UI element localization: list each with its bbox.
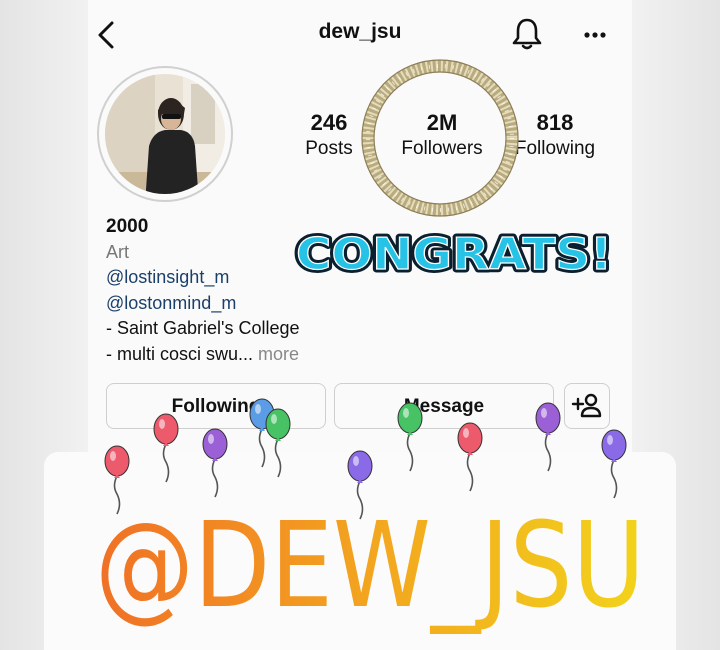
avatar[interactable] [97,66,233,202]
following-button[interactable]: Following [106,383,326,429]
bio-mention-1[interactable]: @lostinsight_m [106,265,406,291]
bio-line-1: - Saint Gabriel's College [106,318,300,338]
posts-label: Posts [305,138,353,159]
bell-icon[interactable] [510,16,544,52]
bio-line-2: - multi cosci swu... [106,343,254,364]
profile-category: Art [106,241,130,262]
profile-username: dew_jsu [318,20,402,43]
following-stat[interactable]: 818 Following [510,110,600,160]
handle-sticker: @DEW_JSU [95,496,645,634]
bio-line-2-wrap: - multi cosci swu... more [106,342,406,368]
posts-stat[interactable]: 246 Posts [296,110,362,160]
bio-section: 2000 Art @lostinsight_m @lostonmind_m - … [106,214,406,367]
glitter-ring-sticker [361,59,519,217]
bio-more-link[interactable]: more [258,344,299,364]
add-person-icon [571,393,602,418]
handle-text: @DEW_JSU [95,496,645,634]
following-label: Following [514,138,596,159]
bio-mention-2[interactable]: @lostonmind_m [106,291,406,317]
posts-count: 246 [310,110,348,135]
avatar-photo [105,74,225,194]
following-count: 818 [536,110,574,135]
add-friend-button[interactable] [564,383,610,429]
back-icon[interactable] [92,18,122,52]
profile-name: 2000 [106,216,149,237]
message-button[interactable]: Message [334,383,554,429]
more-icon[interactable] [578,22,612,48]
